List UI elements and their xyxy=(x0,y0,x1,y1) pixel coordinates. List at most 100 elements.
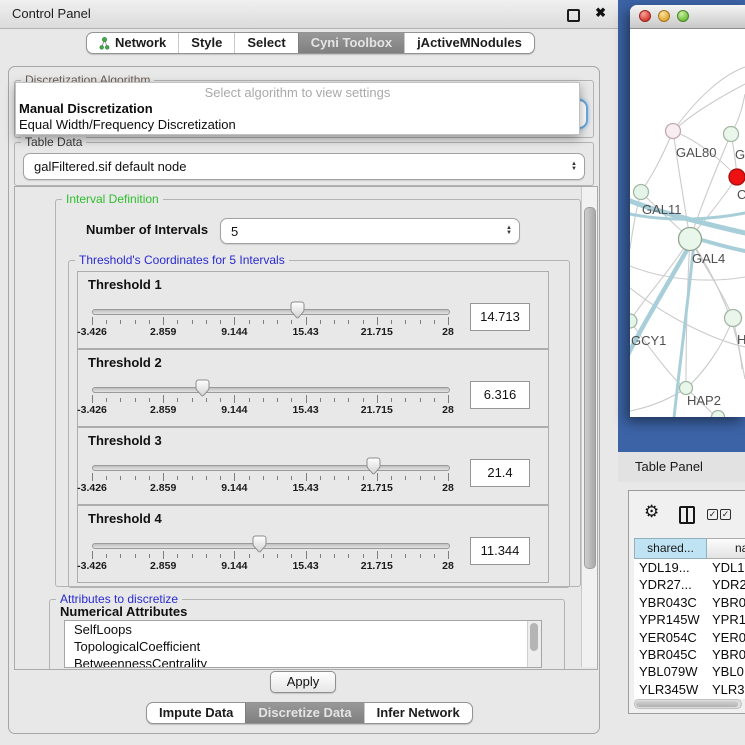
tab-label: jActiveMNodules xyxy=(417,33,522,53)
table-panel-title: Table Panel xyxy=(635,452,745,482)
tick-mark xyxy=(348,476,349,480)
apply-button[interactable]: Apply xyxy=(270,671,336,693)
slider-track[interactable] xyxy=(92,465,450,471)
cell-shared-name[interactable]: YDR27... xyxy=(634,576,707,593)
gal80-node[interactable] xyxy=(666,124,681,139)
network-edge[interactable] xyxy=(630,264,745,280)
close-traffic-light-icon[interactable] xyxy=(639,10,651,22)
float-window-icon[interactable] xyxy=(567,9,580,22)
tick-mark xyxy=(92,317,93,325)
threshold-value-field[interactable]: 11.344 xyxy=(470,537,530,565)
number-of-intervals-combobox[interactable]: 5 ▲▼ xyxy=(220,218,520,244)
table-horizontal-scrollbar[interactable] xyxy=(634,699,742,709)
tab-discretize-data[interactable]: Discretize Data xyxy=(245,703,363,723)
threshold-value-field[interactable]: 21.4 xyxy=(470,459,530,487)
tab-select[interactable]: Select xyxy=(234,33,297,53)
node-top-right[interactable] xyxy=(724,127,739,142)
gal4-node[interactable] xyxy=(679,228,702,251)
table-row[interactable]: YLR345WYLR3 xyxy=(634,681,745,698)
cell-name[interactable]: YLR3 xyxy=(707,681,745,698)
list-scrollbar-thumb[interactable] xyxy=(530,623,538,651)
dropdown-option-equal-width-frequency-discretization[interactable]: Equal Width/Frequency Discretization xyxy=(16,117,579,133)
tick-mark xyxy=(106,398,107,402)
gear-icon[interactable]: ⚙ xyxy=(644,503,659,520)
slider-track[interactable] xyxy=(92,543,450,549)
list-scrollbar[interactable] xyxy=(527,621,541,667)
network-window-titlebar[interactable] xyxy=(630,5,745,29)
attribute-item-selfloops[interactable]: SelfLoops xyxy=(65,621,541,638)
network-edge[interactable] xyxy=(641,131,673,192)
cell-shared-name[interactable]: YBL079W xyxy=(634,663,707,680)
table-row[interactable]: YBR043CYBR0 xyxy=(634,594,745,611)
attribute-item-topologicalcoefficient[interactable]: TopologicalCoefficient xyxy=(65,638,541,655)
table-columns-icon[interactable] xyxy=(679,506,695,524)
threshold-value-field[interactable]: 14.713 xyxy=(470,303,530,331)
zoom-traffic-light-icon[interactable] xyxy=(677,10,689,22)
tick-mark xyxy=(149,320,150,324)
cell-shared-name[interactable]: YER054C xyxy=(634,629,707,646)
cell-name[interactable]: YDL1 xyxy=(707,559,745,576)
tick-mark xyxy=(249,398,250,402)
table-row[interactable]: YBR045CYBR0 xyxy=(634,646,745,663)
tick-mark xyxy=(306,395,307,403)
table-row[interactable]: YDR27...YDR2 xyxy=(634,576,745,593)
node-bottom[interactable] xyxy=(712,411,725,418)
table-data-combobox[interactable]: galFiltered.sif default node ▲▼ xyxy=(23,153,585,180)
selected-red-node[interactable] xyxy=(729,169,745,185)
tab-label: Network xyxy=(115,33,166,53)
tab-network[interactable]: Network xyxy=(87,33,178,53)
column-header-name[interactable]: na xyxy=(707,538,745,559)
cell-name[interactable]: YPR1 xyxy=(707,611,745,628)
cell-name[interactable]: YBR0 xyxy=(707,646,745,663)
network-edge[interactable] xyxy=(690,318,733,385)
checkbox-icon[interactable]: ✓ xyxy=(707,509,718,520)
threshold-value-field[interactable]: 6.316 xyxy=(470,381,530,409)
tab-jactivemnodules[interactable]: jActiveMNodules xyxy=(404,33,534,53)
network-canvas[interactable]: GAL80GACGAL11GAL4GCY1HHAP2 xyxy=(630,29,745,417)
gal11-node[interactable] xyxy=(634,185,649,200)
table-row[interactable]: YER054CYER0 xyxy=(634,629,745,646)
table-horizontal-scrollbar-thumb[interactable] xyxy=(636,701,738,707)
cell-shared-name[interactable]: YLR345W xyxy=(634,681,707,698)
tick-mark xyxy=(135,320,136,324)
tick-mark xyxy=(249,554,250,558)
table-row[interactable]: YDL19...YDL1 xyxy=(634,559,745,576)
tick-mark xyxy=(434,476,435,480)
settings-scrollbar[interactable] xyxy=(581,187,597,667)
tab-impute-data[interactable]: Impute Data xyxy=(147,703,245,723)
close-icon[interactable]: ✖ xyxy=(595,5,606,21)
cell-shared-name[interactable]: YBR043C xyxy=(634,594,707,611)
tab-cyni-toolbox[interactable]: Cyni Toolbox xyxy=(298,33,404,53)
cell-name[interactable]: YDR2 xyxy=(707,576,745,593)
node-right[interactable] xyxy=(725,310,742,327)
tick-mark xyxy=(391,320,392,324)
minimize-traffic-light-icon[interactable] xyxy=(658,10,670,22)
tick-mark xyxy=(220,320,221,324)
table-row[interactable]: YBL079WYBL0 xyxy=(634,663,745,680)
cell-name[interactable]: YER0 xyxy=(707,629,745,646)
slider-track[interactable] xyxy=(92,387,450,393)
tab-infer-network[interactable]: Infer Network xyxy=(364,703,472,723)
tab-label: Impute Data xyxy=(159,703,233,723)
tick-mark xyxy=(291,476,292,480)
dropdown-option-manual-discretization[interactable]: Manual Discretization xyxy=(16,101,579,117)
cell-shared-name[interactable]: YDL19... xyxy=(634,559,707,576)
numerical-attributes-list[interactable]: SelfLoopsTopologicalCoefficientBetweenne… xyxy=(64,620,542,668)
attribute-item-betweennesscentrality[interactable]: BetweennessCentrality xyxy=(65,655,541,668)
cell-shared-name[interactable]: YBR045C xyxy=(634,646,707,663)
cell-name[interactable]: YBL0 xyxy=(707,663,745,680)
slider-track[interactable] xyxy=(92,309,450,315)
column-header-shared-name[interactable]: shared... xyxy=(634,538,707,559)
table-row[interactable]: YPR145WYPR1 xyxy=(634,611,745,628)
gcy1-node[interactable] xyxy=(630,314,637,328)
threshold-panel-2: Threshold 2-3.4262.8599.14415.4321.71528… xyxy=(77,349,549,427)
checkbox-icon[interactable]: ✓ xyxy=(720,509,731,520)
network-edge[interactable] xyxy=(630,321,682,386)
network-edge[interactable] xyxy=(678,84,745,127)
cell-name[interactable]: YBR0 xyxy=(707,594,745,611)
tab-style[interactable]: Style xyxy=(178,33,234,53)
tick-mark xyxy=(334,398,335,402)
cell-shared-name[interactable]: YPR145W xyxy=(634,611,707,628)
tick-label: 28 xyxy=(442,404,454,416)
settings-scrollbar-thumb[interactable] xyxy=(584,207,596,569)
